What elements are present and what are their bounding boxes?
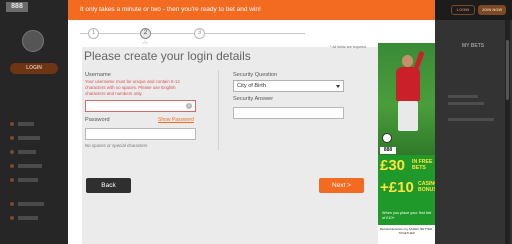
sidebar-login-button: LOGIN <box>10 63 58 74</box>
security-answer-field[interactable] <box>233 107 344 119</box>
ad-casino-text: CASINO BONUS <box>418 181 435 193</box>
step-3: 3 <box>194 28 205 39</box>
nav-dot-icon <box>10 136 14 140</box>
chevron-down-icon <box>336 85 340 88</box>
nav-dot-icon <box>10 178 14 182</box>
betslip-line <box>448 95 478 98</box>
step-connector <box>80 33 88 34</box>
nav-dot-icon <box>10 216 14 220</box>
back-button[interactable]: Back <box>86 178 131 193</box>
avatar-icon <box>22 30 44 52</box>
security-question-select[interactable]: City of Birth <box>233 80 344 92</box>
my-bets-tab: MY BETS <box>462 43 485 49</box>
password-label: Password <box>85 117 110 123</box>
ad-free-bets-amount: £30 <box>380 157 406 174</box>
player-head <box>402 55 413 67</box>
show-password-link[interactable]: Show Password <box>158 117 194 123</box>
player-legs <box>398 101 418 131</box>
sidebar-nav-item <box>18 164 42 168</box>
nav-dot-icon <box>10 122 14 126</box>
username-hint: Your username must be unique and contain… <box>85 79 180 96</box>
registration-modal: It only takes a minute or two - then you… <box>68 0 435 244</box>
step-connector <box>205 33 305 34</box>
page-scrollbar-thumb <box>506 40 509 100</box>
security-answer-label: Security Answer <box>233 96 274 102</box>
sidebar-nav-item <box>18 150 36 154</box>
password-field[interactable] <box>85 128 196 140</box>
step-connector <box>151 33 194 34</box>
ad-brand-logo: 888 <box>380 147 396 154</box>
header-join-button: JOIN NOW <box>478 5 506 15</box>
page-title: Please create your login details <box>84 49 251 63</box>
ad-gamble-aware-footer: BeGambleAware.org SAFER. BETTER. TOGETHE… <box>378 225 435 237</box>
football-player-image <box>378 43 435 155</box>
football-icon <box>382 133 392 143</box>
username-label: Username <box>85 72 111 78</box>
column-divider <box>218 70 219 150</box>
ad-terms-text: When you place your first bet of £10+ <box>382 211 432 220</box>
site-logo: 888 <box>6 2 28 12</box>
betslip-line <box>448 102 484 105</box>
sidebar-nav-item <box>18 202 44 206</box>
promo-ad-banner[interactable]: 888 £30 IN FREE BETS +£10 CASINO BONUS W… <box>378 43 435 237</box>
sidebar-nav-item <box>18 122 34 126</box>
required-fields-note: * All fields are required <box>330 45 366 49</box>
sidebar-nav-item <box>18 216 38 220</box>
step-2-current: 2 <box>140 28 151 39</box>
security-question-value: City of Birth <box>237 83 266 89</box>
nav-dot-icon <box>10 202 14 206</box>
step-1: 1 <box>88 28 99 39</box>
info-banner: It only takes a minute or two - then you… <box>68 0 435 20</box>
info-icon[interactable]: i <box>186 103 192 109</box>
ad-casino-amount: +£10 <box>380 179 414 196</box>
player-shirt <box>396 67 420 101</box>
sidebar-nav-item <box>18 136 40 140</box>
step-indicator: 1 2 3 <box>68 26 435 44</box>
header-login-button: LOGIN <box>451 5 475 15</box>
background-betslip-panel <box>435 20 512 244</box>
betslip-line <box>448 118 494 121</box>
sidebar-nav-item <box>18 178 38 182</box>
step-connector <box>99 33 140 34</box>
nav-dot-icon <box>10 150 14 154</box>
username-field[interactable] <box>85 100 196 112</box>
nav-dot-icon <box>10 164 14 168</box>
ad-free-bets-text: IN FREE BETS <box>412 159 433 171</box>
password-hint: No spaces or special characters <box>85 143 148 148</box>
security-question-label: Security Question <box>233 72 278 78</box>
current-step-pointer <box>141 40 149 44</box>
next-button[interactable]: Next > <box>319 178 364 193</box>
